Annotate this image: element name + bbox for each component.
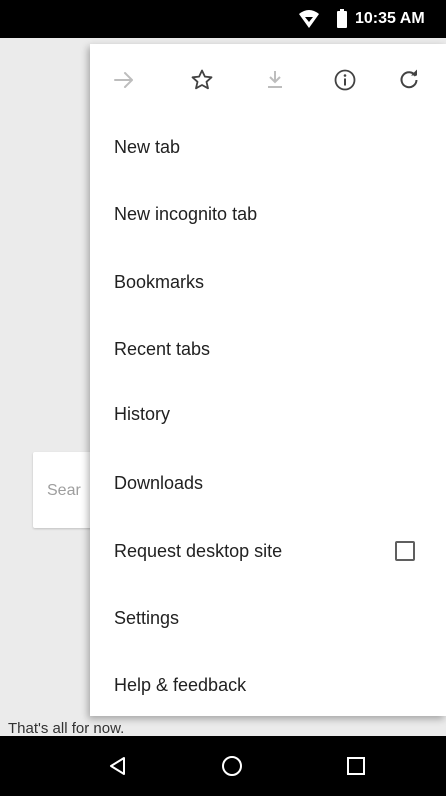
home-icon[interactable]	[212, 746, 252, 786]
page-info-icon[interactable]	[327, 62, 363, 98]
wifi-icon	[299, 10, 319, 28]
forward-icon[interactable]	[106, 62, 142, 98]
status-bar: 10:35 AM	[0, 0, 446, 38]
menu-item-label: New tab	[114, 136, 181, 157]
menu-item-label: Help & feedback	[114, 674, 247, 695]
menu-item-new-incognito-tab[interactable]: New incognito tab	[90, 181, 446, 247]
menu-item-settings[interactable]: Settings	[90, 585, 446, 651]
menu-item-bookmarks[interactable]: Bookmarks	[90, 249, 446, 315]
menu-item-label: Request desktop site	[114, 540, 283, 561]
search-placeholder: Sear	[47, 482, 81, 499]
overflow-menu: New tab New incognito tab Bookmarks Rece…	[90, 44, 446, 716]
status-time: 10:35 AM	[355, 10, 425, 27]
menu-item-new-tab[interactable]: New tab	[90, 114, 446, 180]
reload-icon[interactable]	[391, 62, 427, 98]
menu-item-label: Recent tabs	[114, 338, 211, 359]
menu-item-label: New incognito tab	[114, 203, 258, 224]
navigation-bar	[0, 736, 446, 796]
menu-item-downloads[interactable]: Downloads	[90, 450, 446, 516]
back-icon[interactable]	[98, 746, 138, 786]
bookmark-star-icon[interactable]	[184, 62, 220, 98]
menu-item-label: History	[114, 403, 171, 424]
menu-item-label: Settings	[114, 607, 180, 628]
menu-item-history[interactable]: History	[90, 381, 446, 447]
recents-icon[interactable]	[336, 746, 376, 786]
download-page-icon[interactable]	[257, 62, 293, 98]
menu-item-help-feedback[interactable]: Help & feedback	[90, 652, 446, 718]
menu-item-label: Downloads	[114, 472, 204, 493]
footer-text: That's all for now.	[8, 720, 125, 737]
menu-toolbar	[90, 44, 446, 116]
menu-item-request-desktop-site[interactable]: Request desktop site	[90, 518, 446, 584]
menu-item-recent-tabs[interactable]: Recent tabs	[90, 316, 446, 382]
request-desktop-site-checkbox[interactable]	[395, 541, 415, 561]
battery-icon	[337, 9, 347, 28]
menu-item-label: Bookmarks	[114, 271, 205, 292]
